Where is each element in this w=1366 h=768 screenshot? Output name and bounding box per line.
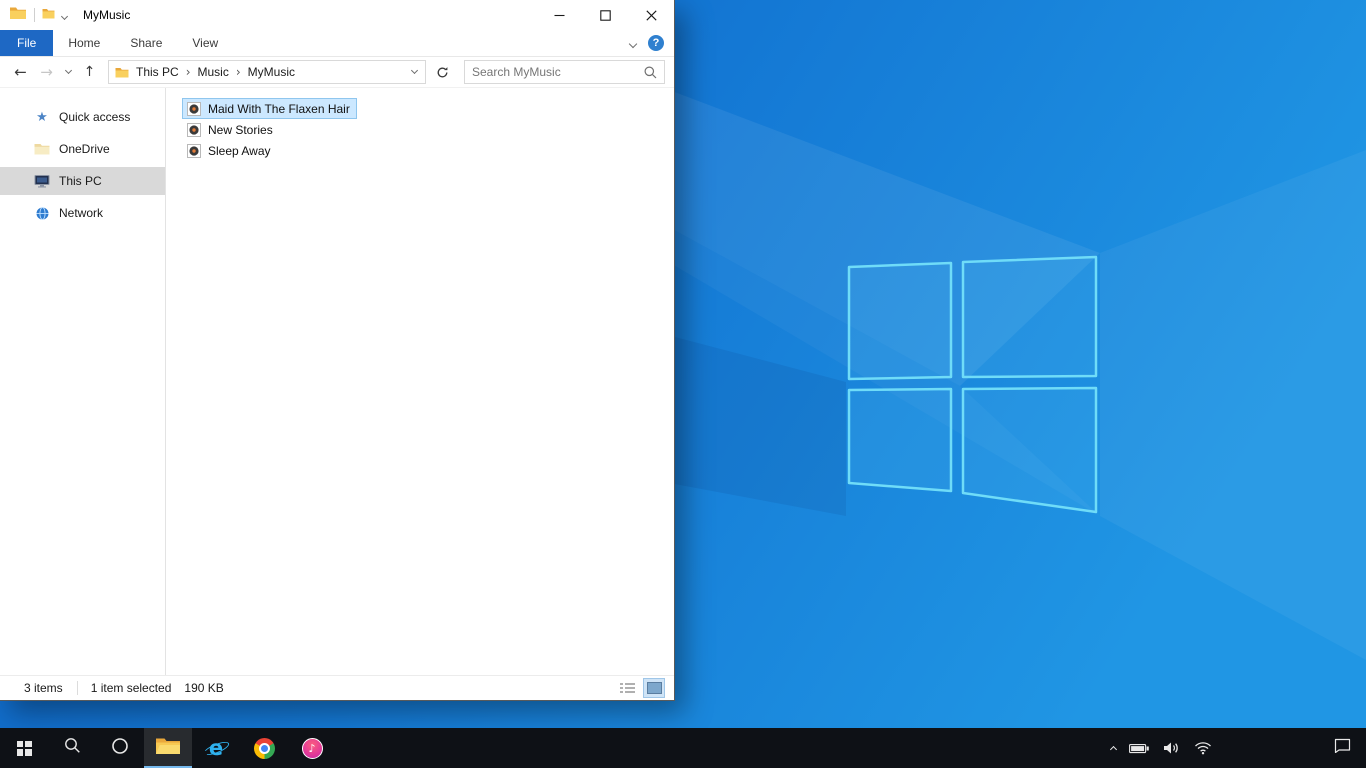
large-icons-view-button[interactable] — [643, 678, 665, 698]
taskbar: e ♪ — [0, 728, 1366, 768]
tab-view[interactable]: View — [177, 30, 233, 56]
items-count: 3 items — [24, 681, 63, 695]
sidebar-item-quick-access[interactable]: ★ Quick access — [0, 103, 165, 131]
selection-size: 190 KB — [184, 681, 224, 695]
address-bar[interactable]: This PC › Music › MyMusic — [108, 60, 426, 84]
quick-access-toolbar — [0, 6, 69, 25]
chrome-icon — [253, 737, 275, 759]
action-center-button[interactable] — [1318, 728, 1366, 768]
explorer-app-icon — [9, 6, 27, 25]
itunes-icon: ♪ — [301, 737, 323, 759]
recent-locations-button[interactable] — [61, 66, 75, 75]
volume-icon[interactable] — [1161, 741, 1183, 755]
media-file-icon — [186, 101, 202, 117]
onedrive-folder-icon — [34, 143, 50, 155]
action-center-icon — [1334, 738, 1351, 758]
tab-home[interactable]: Home — [53, 30, 115, 56]
statusbar: 3 items 1 item selected 190 KB — [0, 675, 674, 700]
start-button[interactable] — [0, 728, 48, 768]
address-dropdown-icon[interactable] — [403, 61, 425, 83]
system-tray — [1109, 728, 1214, 768]
close-button[interactable] — [628, 0, 674, 30]
internet-explorer-button[interactable]: e — [192, 728, 240, 768]
computer-icon — [34, 174, 50, 188]
sidebar-item-onedrive[interactable]: OneDrive — [0, 135, 165, 163]
media-file-icon — [186, 122, 202, 138]
help-icon[interactable]: ? — [648, 35, 664, 51]
file-explorer-window: MyMusic File Home Share View ? ← → ↑ Thi… — [0, 0, 675, 701]
back-button[interactable]: ← — [9, 63, 32, 81]
star-icon: ★ — [36, 109, 48, 125]
internet-explorer-icon: e — [202, 736, 231, 760]
maximize-button[interactable] — [582, 0, 628, 30]
taskbar-file-explorer-button[interactable] — [144, 728, 192, 768]
customize-quick-access-icon[interactable] — [60, 6, 69, 24]
search-box[interactable] — [464, 60, 665, 84]
network-icon — [34, 206, 50, 221]
sidebar-item-label: OneDrive — [59, 142, 110, 156]
expand-ribbon-icon[interactable] — [628, 34, 638, 52]
statusbar-divider — [76, 681, 78, 695]
window-title: MyMusic — [83, 8, 131, 22]
taskbar-empty-area — [336, 728, 1109, 768]
file-item[interactable]: Sleep Away — [182, 140, 278, 161]
taskbar-search-button[interactable] — [48, 728, 96, 768]
file-name: New Stories — [208, 122, 273, 137]
windows-start-icon — [16, 740, 32, 756]
qat-folder-properties-icon[interactable] — [42, 6, 55, 24]
desktop: MyMusic File Home Share View ? ← → ↑ Thi… — [0, 0, 1366, 768]
breadcrumb-music[interactable]: Music — [193, 65, 234, 79]
battery-icon[interactable] — [1127, 743, 1152, 754]
details-view-button[interactable] — [617, 679, 637, 697]
cortana-button[interactable] — [96, 728, 144, 768]
sidebar-item-label: Quick access — [59, 110, 131, 124]
address-folder-icon — [115, 67, 129, 78]
media-file-icon — [186, 143, 202, 159]
view-switcher — [617, 678, 674, 698]
chrome-button[interactable] — [240, 728, 288, 768]
toolbar-divider — [34, 8, 35, 22]
file-name: Maid With The Flaxen Hair — [208, 101, 350, 116]
cortana-icon — [111, 737, 129, 760]
wifi-icon[interactable] — [1192, 741, 1214, 755]
file-name: Sleep Away — [208, 143, 271, 158]
selection-info: 1 item selected — [90, 681, 172, 695]
search-input[interactable] — [465, 65, 644, 79]
titlebar[interactable]: MyMusic — [0, 0, 674, 30]
refresh-button[interactable] — [429, 66, 455, 79]
breadcrumb-mymusic[interactable]: MyMusic — [243, 65, 300, 79]
breadcrumb-this-pc[interactable]: This PC — [131, 65, 184, 79]
search-icon — [644, 66, 657, 79]
window-controls — [536, 0, 674, 30]
sidebar-item-label: This PC — [59, 174, 102, 188]
minimize-button[interactable] — [536, 0, 582, 30]
tab-share[interactable]: Share — [115, 30, 177, 56]
file-item[interactable]: New Stories — [182, 119, 280, 140]
itunes-button[interactable]: ♪ — [288, 728, 336, 768]
sidebar-item-this-pc[interactable]: This PC — [0, 167, 165, 195]
file-item[interactable]: Maid With The Flaxen Hair — [182, 98, 357, 119]
breadcrumb-separator: › — [185, 65, 191, 79]
forward-button[interactable]: → — [35, 63, 58, 81]
navigation-pane: ★ Quick access OneDrive This PC Network — [0, 88, 166, 675]
file-list[interactable]: Maid With The Flaxen Hair New Stories Sl… — [166, 88, 674, 675]
tab-file[interactable]: File — [0, 30, 54, 56]
sidebar-item-label: Network — [59, 206, 104, 220]
sidebar-item-network[interactable]: Network — [0, 199, 165, 227]
ribbon-tabs: File Home Share View ? — [0, 30, 674, 57]
up-button[interactable]: ↑ — [78, 64, 101, 80]
breadcrumb-separator: › — [235, 65, 241, 79]
navigation-toolbar: ← → ↑ This PC › Music › MyMusic — [0, 57, 674, 88]
file-explorer-icon — [155, 736, 181, 761]
search-icon — [64, 737, 81, 759]
show-hidden-icons-button[interactable] — [1109, 744, 1118, 754]
